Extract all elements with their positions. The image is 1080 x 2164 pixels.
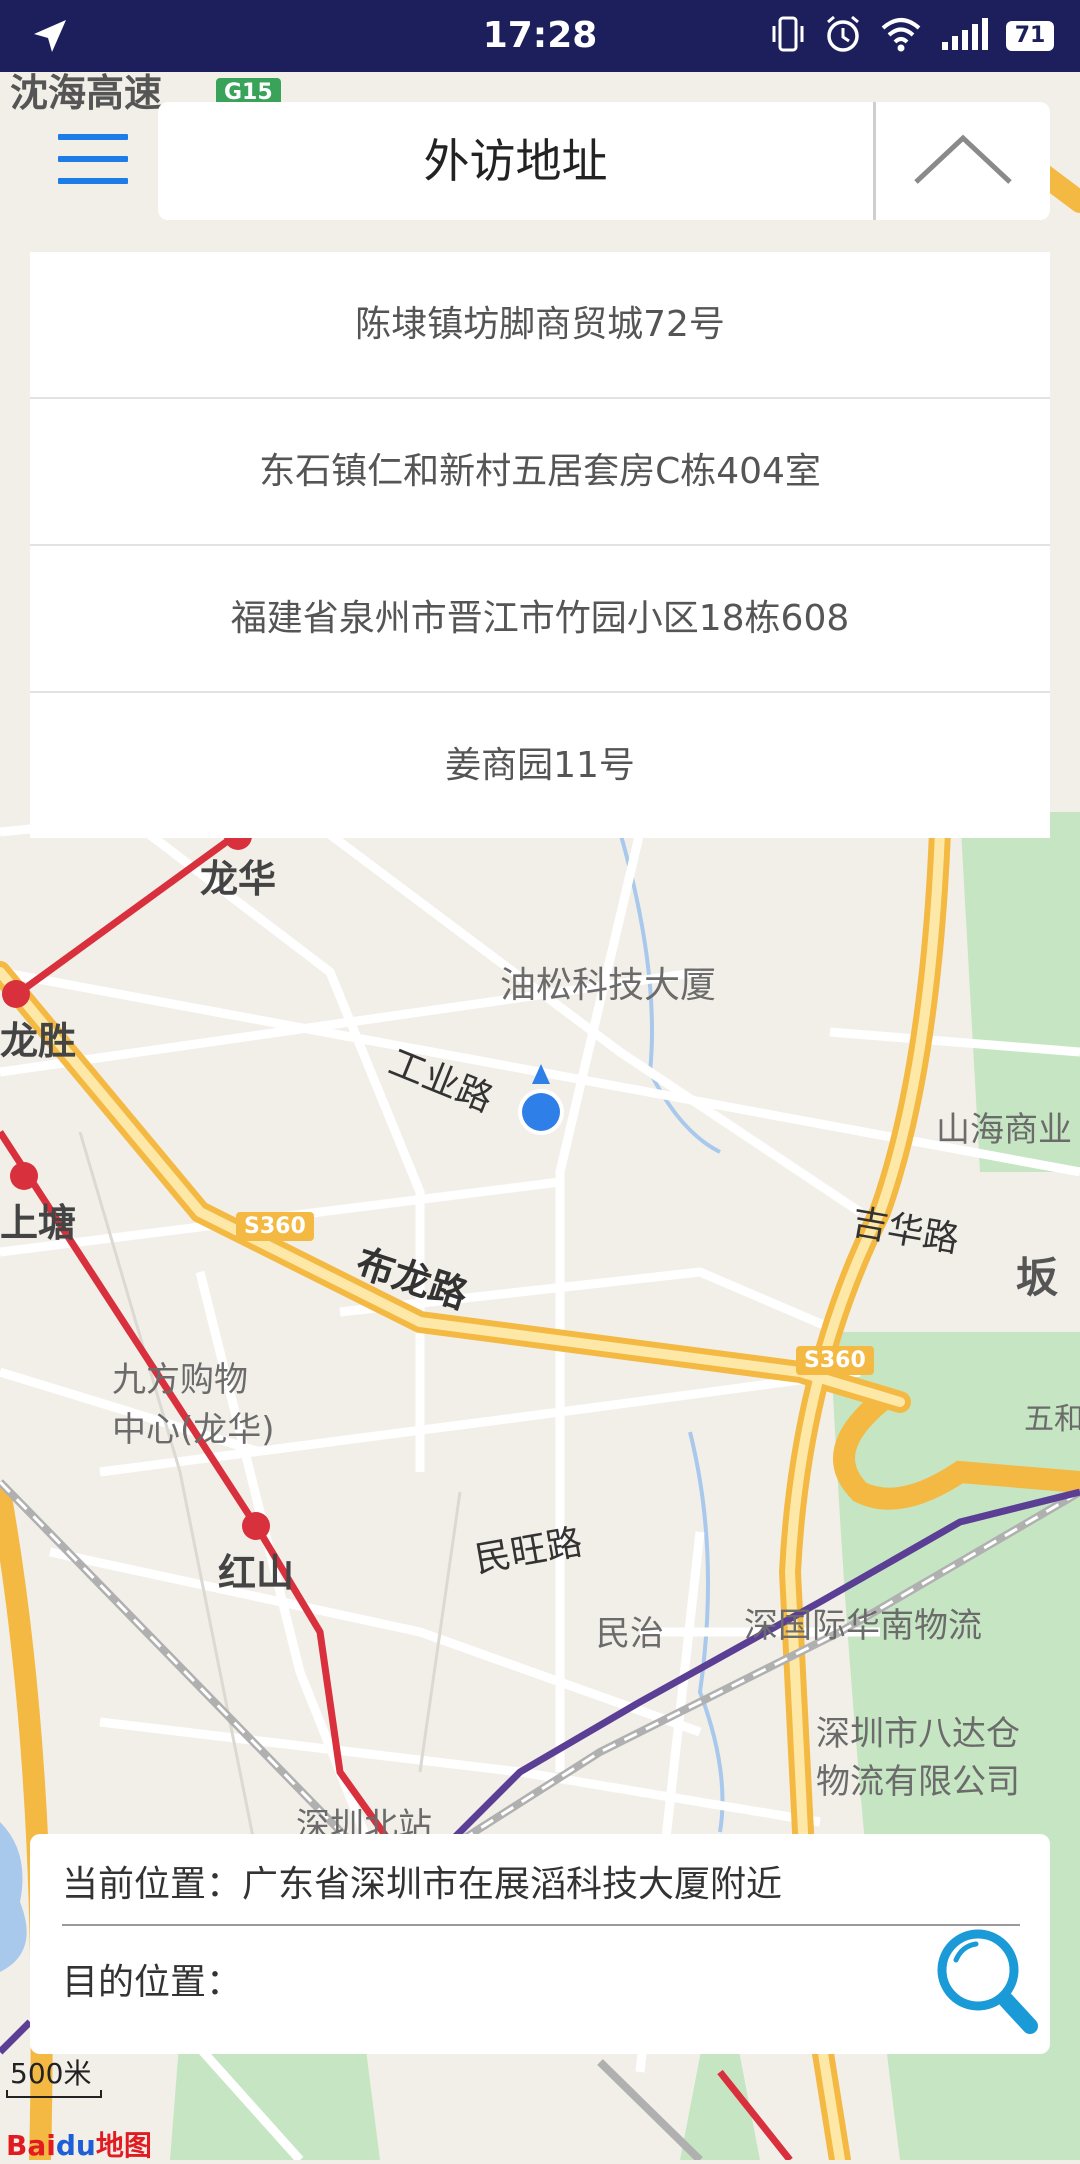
map-label-longsheng: 龙胜 [0,1019,77,1063]
search-icon [937,1929,1038,2034]
map-label-shanhai: 山海商业 [936,1110,1072,1150]
destination-label: 目的位置： [62,1962,243,2003]
alarm-icon [824,14,862,58]
map-label-jiufang: 九方购物 [112,1360,248,1400]
hamburger-menu-icon [58,134,128,140]
current-location-text: 当前位置：广东省深圳市在展滔科技大厦附近 [62,1846,1020,1926]
status-bar: 17:28 71 [0,0,1080,72]
current-location-marker [516,1062,566,1146]
map-scale-label: 500米 [10,2057,92,2090]
address-item[interactable]: 东石镇仁和新村五居套房C栋404室 [30,399,1050,546]
map-label-wuhe: 五和 [1024,1402,1080,1437]
wifi-icon [880,16,922,56]
address-item[interactable]: 陈埭镇坊脚商贸城72号 [30,252,1050,399]
signal-icon [940,16,988,56]
search-button[interactable] [934,1926,1038,2036]
map-label-ban: 坂 [1016,1253,1059,1302]
address-list: 陈埭镇坊脚商贸城72号 东石镇仁和新村五居套房C栋404室 福建省泉州市晋江市竹… [30,252,1050,838]
chevron-up-icon [914,134,1012,184]
map-label-shangtang: 上塘 [0,1201,77,1245]
map-label-youfeng: 油松科技大厦 [500,965,717,1006]
collapse-button[interactable] [876,102,1050,220]
map-label-longhua: 龙华 [200,857,277,901]
map-label-shenguoji: 深国际华南物流 [744,1606,982,1646]
address-item[interactable]: 姜商园11号 [30,693,1050,838]
road-badge-s360-b: S360 [796,1346,874,1375]
vibrate-icon [770,14,806,58]
map-scale-bar [6,2090,102,2098]
status-icons: 71 [770,14,1054,58]
map-label-bada1: 深圳市八达仓 [816,1714,1020,1754]
map-label-minzhi: 民治 [596,1614,664,1654]
title-bar: 外访地址 [158,102,1050,220]
map-label-jiufang2: 中心(龙华) [112,1410,275,1450]
baidu-map-logo: Baidu地图 [6,2129,152,2162]
battery-icon: 71 [1006,21,1054,51]
location-panel: 当前位置：广东省深圳市在展滔科技大厦附近 目的位置： [30,1834,1050,2054]
page-title: 外访地址 [423,134,608,188]
menu-button[interactable] [58,134,128,188]
road-badge-s360-a: S360 [236,1212,314,1241]
map-label-bada2: 物流有限公司 [816,1762,1020,1802]
address-item[interactable]: 福建省泉州市晋江市竹园小区18栋608 [30,546,1050,693]
map-label-hongshan: 红山 [218,1551,295,1595]
